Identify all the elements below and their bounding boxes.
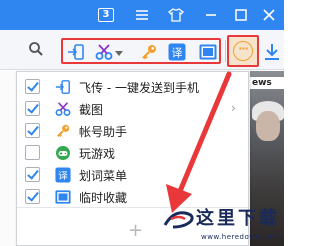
watermark-url: www.heredown.com [201, 233, 280, 241]
watermark-logo-icon [163, 211, 194, 229]
watermark: 这里下载 www.heredown.com [163, 202, 284, 246]
watermark-text: 这里下载 [196, 208, 280, 229]
